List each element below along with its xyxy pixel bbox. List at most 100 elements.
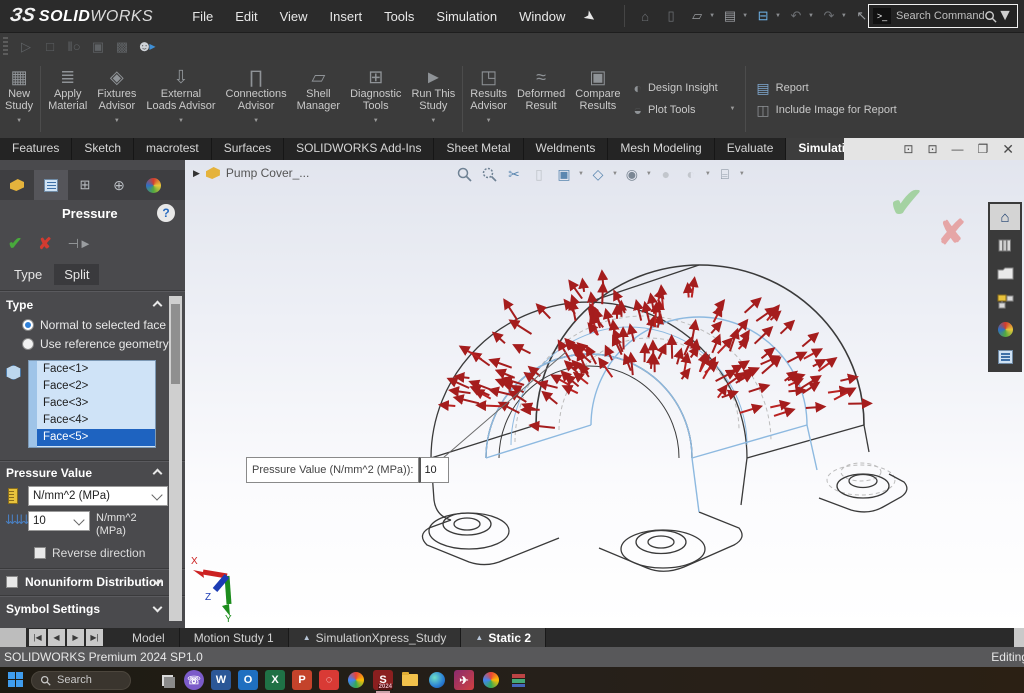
- dropdown-arrow-icon[interactable]: ▼: [430, 115, 436, 123]
- confirm-cancel-button[interactable]: ✘: [938, 216, 967, 250]
- feature-manager-tab[interactable]: [0, 170, 34, 200]
- dock-pane-icon[interactable]: ⊡: [927, 142, 937, 156]
- menu-tools[interactable]: Tools: [373, 3, 425, 30]
- simulationxpress-study-tab[interactable]: ▲SimulationXpress_Study: [289, 628, 462, 647]
- external-loads-advisor-button[interactable]: ⇩ ExternalLoads Advisor ▼: [141, 60, 220, 138]
- plot-tools-button[interactable]: ◒ Plot Tools ▼: [634, 102, 736, 118]
- run-macro-icon[interactable]: ▷: [14, 36, 38, 58]
- print-icon[interactable]: ⊟: [751, 5, 775, 27]
- configuration-manager-tab[interactable]: ⊞: [68, 170, 102, 200]
- face-list-item-selected[interactable]: Face<5>: [37, 429, 155, 446]
- plane-app-icon[interactable]: ✈: [454, 670, 474, 690]
- pump-cover-model[interactable]: [185, 160, 1024, 628]
- keep-visible-pin-icon[interactable]: ⊣►: [68, 236, 92, 252]
- apply-material-button[interactable]: ≣ ApplyMaterial: [43, 60, 92, 138]
- tab-mesh-modeling[interactable]: Mesh Modeling: [608, 138, 714, 160]
- tab-scroll-home[interactable]: [0, 628, 26, 647]
- task-view-icon[interactable]: [157, 670, 177, 690]
- search-dropdown-icon[interactable]: ▼: [997, 7, 1013, 25]
- menu-simulation[interactable]: Simulation: [425, 3, 508, 30]
- dropdown-arrow-icon[interactable]: ▼: [486, 115, 492, 123]
- scrollbar-thumb[interactable]: [171, 304, 180, 384]
- dropdown-arrow-icon[interactable]: ▼: [729, 106, 735, 114]
- command-search-box[interactable]: >_ Search Commands ▼: [868, 4, 1018, 28]
- expand-symbol-settings-icon[interactable]: [153, 603, 163, 613]
- login-user-icon[interactable]: ☻▶: [134, 36, 158, 58]
- viber-icon[interactable]: ☏: [184, 670, 204, 690]
- tab-sketch[interactable]: Sketch: [72, 138, 134, 160]
- cancel-button[interactable]: ✘: [38, 234, 51, 254]
- graphics-viewport[interactable]: ▶ Pump Cover_... ✂ ▯ ▣▼ ◇▼ ◉▼ ● ◐▼ ⌸▼: [185, 160, 1024, 628]
- tab-next-icon[interactable]: ▶: [67, 629, 84, 646]
- dropdown-arrow-icon[interactable]: ▼: [16, 115, 22, 123]
- reverse-direction-option[interactable]: Reverse direction: [34, 546, 145, 560]
- word-icon[interactable]: W: [211, 670, 231, 690]
- pressure-value-select[interactable]: 10: [28, 511, 90, 531]
- collapse-pressure-value-icon[interactable]: [153, 469, 163, 479]
- symbol-settings-section-header[interactable]: Symbol Settings: [6, 602, 100, 616]
- callout-value-input[interactable]: [419, 457, 449, 483]
- ok-button[interactable]: ✔: [8, 234, 22, 254]
- menu-file[interactable]: File: [181, 3, 224, 30]
- reference-geometry-option[interactable]: Use reference geometry: [22, 337, 169, 351]
- edit-macro-icon[interactable]: ▩: [110, 36, 134, 58]
- menu-view[interactable]: View: [269, 3, 319, 30]
- custom-properties-icon[interactable]: [990, 344, 1020, 370]
- split-tab[interactable]: Split: [54, 264, 99, 285]
- restore-icon[interactable]: ❐: [978, 142, 989, 156]
- toolbox-blocks-icon[interactable]: [990, 288, 1020, 314]
- tab-solidworks-addins[interactable]: SOLIDWORKS Add-Ins: [284, 138, 434, 160]
- display-manager-tab[interactable]: [136, 170, 170, 200]
- face-list-item[interactable]: Face<1>: [37, 361, 155, 378]
- excel-icon[interactable]: X: [265, 670, 285, 690]
- design-library-folder-icon[interactable]: [990, 260, 1020, 286]
- connections-advisor-button[interactable]: ∏ ConnectionsAdvisor ▼: [221, 60, 292, 138]
- edge-icon[interactable]: [427, 670, 447, 690]
- model-tab[interactable]: Model: [118, 628, 180, 647]
- help-button[interactable]: ?: [157, 204, 175, 222]
- tab-prev-icon[interactable]: ◀: [48, 629, 65, 646]
- redo-icon[interactable]: ↷: [817, 5, 841, 27]
- dropdown-arrow-icon[interactable]: ▼: [178, 115, 184, 123]
- tab-features[interactable]: Features: [0, 138, 72, 160]
- face-list-item[interactable]: Face<3>: [37, 395, 155, 412]
- radio-selected-icon[interactable]: [22, 319, 34, 331]
- dropdown-arrow-icon[interactable]: ▼: [373, 115, 379, 123]
- menu-insert[interactable]: Insert: [319, 3, 374, 30]
- powerpoint-icon[interactable]: P: [292, 670, 312, 690]
- winrar-icon[interactable]: [508, 670, 528, 690]
- property-manager-tab[interactable]: [34, 170, 68, 200]
- taskbar-search-box[interactable]: Search: [31, 671, 131, 690]
- search-icon[interactable]: [984, 10, 997, 23]
- shell-manager-button[interactable]: ▱ ShellManager: [292, 60, 345, 138]
- horizontal-scrollbar[interactable]: [1014, 628, 1024, 647]
- compare-results-button[interactable]: ▣ CompareResults: [570, 60, 625, 138]
- new-document-icon[interactable]: ▯: [659, 5, 683, 27]
- confirm-ok-button[interactable]: ✔: [889, 182, 924, 224]
- checkbox-icon[interactable]: [6, 576, 18, 588]
- tab-evaluate[interactable]: Evaluate: [715, 138, 787, 160]
- save-icon[interactable]: ▤: [718, 5, 742, 27]
- undo-icon[interactable]: ↶: [784, 5, 808, 27]
- diagnostic-tools-button[interactable]: ⊞ DiagnosticTools ▼: [345, 60, 406, 138]
- file-explorer-icon[interactable]: [400, 670, 420, 690]
- type-section-header[interactable]: Type: [6, 298, 33, 312]
- pressure-value-section-header[interactable]: Pressure Value: [6, 466, 92, 480]
- appearances-sphere-icon[interactable]: [990, 316, 1020, 342]
- close-icon[interactable]: ✕: [1002, 141, 1014, 158]
- static2-study-tab[interactable]: ▲Static 2: [461, 628, 546, 647]
- tab-sheet-metal[interactable]: Sheet Metal: [434, 138, 523, 160]
- home-tab-icon[interactable]: ⌂: [990, 204, 1020, 230]
- results-advisor-button[interactable]: ◳ ResultsAdvisor ▼: [465, 60, 512, 138]
- report-button[interactable]: ▤ Report: [756, 80, 896, 96]
- tab-surfaces[interactable]: Surfaces: [212, 138, 284, 160]
- face-list-item[interactable]: Face<4>: [37, 412, 155, 429]
- tab-macrotest[interactable]: macrotest: [134, 138, 212, 160]
- tab-weldments[interactable]: Weldments: [524, 138, 609, 160]
- checkbox-icon[interactable]: [34, 547, 46, 559]
- tab-last-icon[interactable]: ▶|: [86, 629, 103, 646]
- minimize-icon[interactable]: —: [952, 142, 964, 156]
- dimxpert-manager-tab[interactable]: ⊕: [102, 170, 136, 200]
- stop-macro-icon[interactable]: □: [38, 36, 62, 58]
- undock-pane-icon[interactable]: ⊡: [903, 142, 913, 156]
